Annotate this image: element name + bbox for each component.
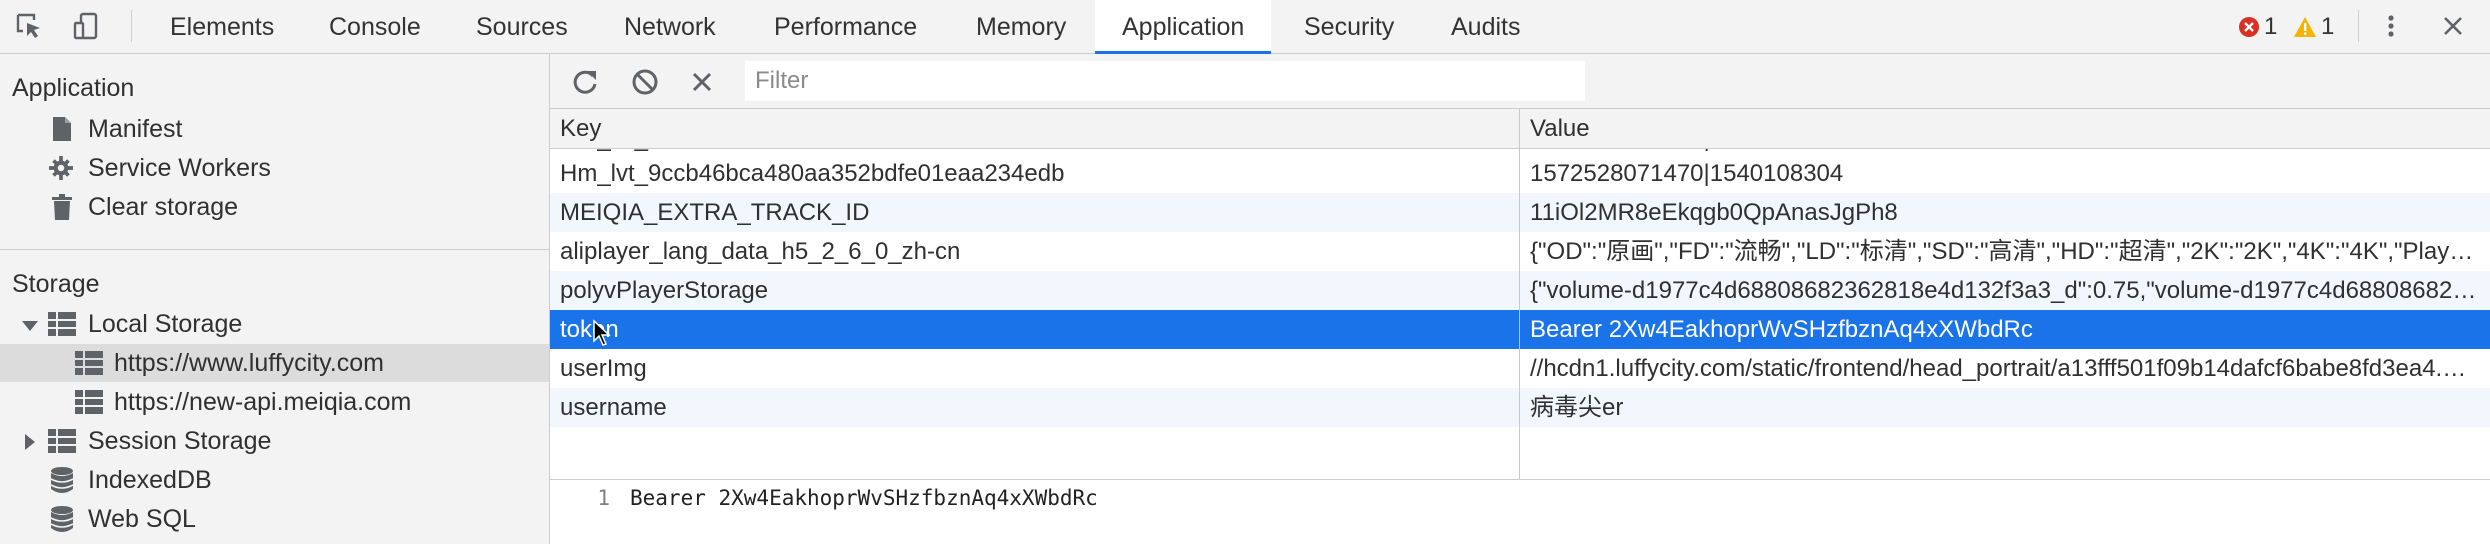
value-cell: //hcdn1.luffycity.com/static/frontend/he…	[1530, 355, 2478, 382]
key-cell: userImg	[560, 355, 647, 382]
warning-icon	[2294, 17, 2316, 37]
key-cell: Hm_lvt_9ccb46bca480aa352bdfe01eaa234edb	[560, 160, 1065, 187]
sidebar-item-web-sql[interactable]: Web SQL	[0, 500, 549, 538]
value-cell: 11iOl2MR8eEkqgb0QpAnasJgPh8	[1530, 199, 1898, 226]
sidebar-item-service-workers[interactable]: Service Workers	[0, 149, 549, 187]
key-cell: username	[560, 394, 667, 421]
warning-count-badge[interactable]: 1	[2293, 12, 2334, 42]
document-icon	[53, 117, 71, 141]
application-sidebar: Application Manifest Service Workers Cle…	[0, 54, 550, 544]
database-icon	[50, 467, 74, 493]
storage-grid-icon	[75, 351, 103, 375]
sidebar-item-clear-storage[interactable]: Clear storage	[0, 188, 549, 226]
storage-section-header: Storage	[12, 270, 100, 298]
sidebar-item-label: IndexedDB	[88, 466, 212, 494]
sidebar-item-indexeddb[interactable]: IndexedDB	[0, 461, 549, 499]
close-icon[interactable]	[2438, 11, 2468, 41]
key-column-header[interactable]: Key	[560, 109, 601, 149]
sidebar-item-meiqia-origin[interactable]: https://new-api.meiqia.com	[0, 383, 549, 421]
sidebar-item-label: Session Storage	[88, 427, 272, 455]
value-cell: {"OD":"原画","FD":"流畅","LD":"标清","SD":"高清"…	[1530, 238, 2478, 265]
preview-text[interactable]: Bearer 2Xw4EakhoprWvSHzfbznAq4xXWbdRc	[630, 486, 1098, 510]
mouse-cursor-icon	[593, 319, 611, 346]
tab-security[interactable]: Security	[1277, 0, 1421, 54]
more-options-icon[interactable]	[2376, 11, 2406, 41]
expand-arrow-down-icon[interactable]	[22, 321, 38, 331]
value-cell: 1572528071470|1540108304	[1530, 160, 1844, 187]
inspect-element-icon[interactable]	[14, 11, 44, 41]
error-count: 1	[2264, 13, 2278, 40]
storage-data-grid: Hm_lvt_9ccb46bca480aa352bdfe01eaa234edb …	[550, 109, 2490, 479]
application-section-header: Application	[12, 74, 135, 102]
table-row[interactable]: Hm_lvt_9ccb46bca480aa352bdfe01eaa234edb …	[550, 154, 2490, 193]
key-cell: token	[560, 316, 619, 343]
key-cell: MEIQIA_EXTRA_TRACK_ID	[560, 199, 870, 226]
tab-application[interactable]: Application	[1095, 0, 1272, 54]
tab-memory[interactable]: Memory	[949, 0, 1093, 54]
error-count-badge[interactable]: 1	[2238, 12, 2277, 42]
tab-console[interactable]: Console	[302, 0, 448, 54]
table-row[interactable]: MEIQIA_EXTRA_TRACK_ID 11iOl2MR8eEkqgb0Qp…	[550, 193, 2490, 232]
table-row[interactable]: polyvPlayerStorage {"volume-d1977c4d6880…	[550, 271, 2490, 310]
sidebar-item-label: Service Workers	[88, 154, 271, 182]
table-row[interactable]: aliplayer_lang_data_h5_2_6_0_zh-cn {"OD"…	[550, 232, 2490, 271]
sidebar-item-label: Manifest	[88, 115, 183, 143]
warning-count: 1	[2321, 13, 2335, 40]
table-row[interactable]: username 病毒尖er	[550, 388, 2490, 427]
value-preview-pane: 1 Bearer 2Xw4EakhoprWvSHzfbznAq4xXWbdRc	[550, 479, 2490, 544]
sidebar-item-label: Web SQL	[88, 505, 196, 533]
tab-sources[interactable]: Sources	[449, 0, 595, 54]
delete-selected-icon[interactable]	[687, 67, 717, 97]
key-cell: aliplayer_lang_data_h5_2_6_0_zh-cn	[560, 238, 961, 265]
sidebar-item-label: Clear storage	[88, 193, 239, 221]
sidebar-item-label: https://new-api.meiqia.com	[114, 388, 412, 416]
tab-network[interactable]: Network	[597, 0, 743, 54]
key-cell: polyvPlayerStorage	[560, 277, 769, 304]
column-divider[interactable]	[1519, 109, 1520, 479]
sidebar-item-manifest[interactable]: Manifest	[0, 110, 549, 148]
sidebar-item-local-storage[interactable]: Local Storage	[0, 305, 549, 343]
refresh-icon[interactable]	[570, 67, 600, 97]
storage-grid-icon	[75, 390, 103, 414]
devtools-tab-bar: Elements Console Sources Network Perform…	[0, 0, 2490, 54]
expand-arrow-right-icon[interactable]	[25, 434, 35, 450]
toolbar-divider	[2358, 10, 2359, 42]
sidebar-item-session-storage[interactable]: Session Storage	[0, 422, 549, 460]
sidebar-divider	[0, 249, 549, 250]
value-cell: {"volume-d1977c4d68808682362818e4d132f3a…	[1530, 277, 2478, 304]
error-icon	[2239, 17, 2259, 37]
clear-all-icon[interactable]	[630, 67, 660, 97]
storage-grid-icon	[48, 312, 76, 336]
table-row-selected[interactable]: token Bearer 2Xw4EakhoprWvSHzfbznAq4xXWb…	[550, 310, 2490, 349]
storage-toolbar	[550, 54, 2490, 109]
sidebar-item-label: https://www.luffycity.com	[114, 349, 384, 377]
line-number: 1	[597, 486, 610, 510]
grid-header: Key Value	[550, 109, 2490, 149]
database-icon	[50, 506, 74, 532]
storage-grid-icon	[48, 429, 76, 453]
trash-icon	[52, 194, 72, 220]
tab-performance[interactable]: Performance	[747, 0, 944, 54]
value-cell: 病毒尖er	[1530, 394, 1624, 421]
value-cell: Bearer 2Xw4EakhoprWvSHzfbznAq4xXWbdRc	[1530, 316, 2033, 343]
toolbar-divider	[131, 10, 132, 42]
sidebar-item-label: Local Storage	[88, 310, 243, 338]
value-column-header[interactable]: Value	[1530, 109, 1590, 149]
sidebar-item-luffycity-origin[interactable]: https://www.luffycity.com	[0, 344, 549, 382]
tab-audits[interactable]: Audits	[1424, 0, 1547, 54]
tab-elements[interactable]: Elements	[143, 0, 301, 54]
filter-input[interactable]	[745, 61, 1585, 101]
table-row[interactable]: userImg //hcdn1.luffycity.com/static/fro…	[550, 349, 2490, 388]
device-toolbar-icon[interactable]	[72, 11, 102, 41]
gear-icon	[49, 156, 73, 180]
table-row-empty[interactable]	[550, 427, 2490, 466]
